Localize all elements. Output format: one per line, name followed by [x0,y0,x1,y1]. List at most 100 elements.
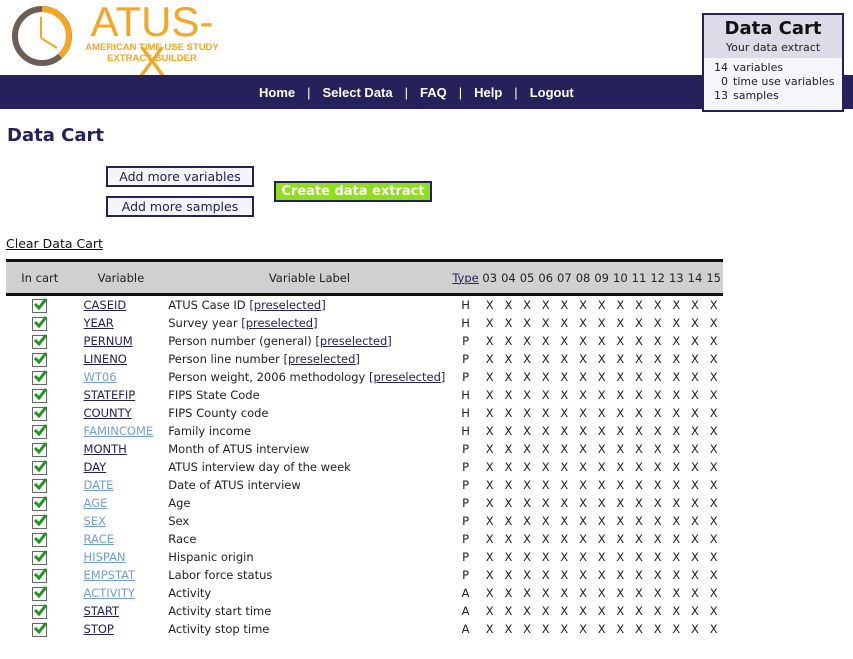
sample-availability-12: X [653,406,662,420]
variable-link[interactable]: MONTH [84,442,127,456]
sample-availability-12: X [653,298,662,312]
in-cart-checkbox[interactable] [32,405,48,421]
variable-label: Labor force status [168,568,273,582]
in-cart-checkbox[interactable] [32,369,48,385]
in-cart-checkbox[interactable] [32,387,48,403]
sample-availability-07: X [560,622,569,636]
sample-availability-11: X [635,406,643,420]
create-data-extract-button[interactable]: Create data extract [274,181,432,202]
variable-link[interactable]: FAMINCOME [84,424,154,438]
variable-link[interactable]: RACE [84,532,115,546]
sample-availability-15: X [709,406,718,420]
in-cart-cell [6,314,74,332]
sample-availability-12: X [653,568,662,582]
header-variable-label: Variable Label [268,270,351,285]
in-cart-checkbox[interactable] [32,621,48,637]
in-cart-cell [6,386,74,404]
in-cart-checkbox[interactable] [32,477,48,493]
sample-availability-11: X [635,586,643,600]
variable-link[interactable]: AGE [84,496,108,510]
in-cart-cell [6,512,74,530]
variable-label: FIPS County code [168,406,269,420]
label-cell: Sex [168,512,450,530]
sample-availability-15: X [709,514,718,528]
sample-availability-07: X [560,424,569,438]
clear-data-cart-link[interactable]: Clear Data Cart [6,236,103,251]
variable-link[interactable]: START [84,604,119,618]
sample-availability-14: X [691,622,699,636]
in-cart-checkbox[interactable] [32,495,48,511]
sample-availability-12: X [653,334,662,348]
in-cart-checkbox[interactable] [32,603,48,619]
in-cart-checkbox[interactable] [32,585,48,601]
variable-link[interactable]: SEX [84,514,106,528]
sample-availability-12: X [653,514,662,528]
sample-availability-08: X [579,442,587,456]
in-cart-checkbox[interactable] [32,297,48,313]
preselected-link[interactable]: [preselected] [249,298,325,312]
in-cart-checkbox[interactable] [32,513,48,529]
in-cart-checkbox[interactable] [32,441,48,457]
preselected-link[interactable]: [preselected] [283,352,359,366]
preselected-link[interactable]: [preselected] [241,316,317,330]
variable-link[interactable]: STOP [84,622,114,636]
preselected-link[interactable]: [preselected] [369,370,445,384]
header-type[interactable]: Type [451,261,481,295]
sample-availability-11: X [635,352,643,366]
variable-cell: WT06 [74,368,169,386]
variable-link[interactable]: EMPSTAT [84,568,136,582]
variable-link[interactable]: ACTIVITY [84,586,135,600]
in-cart-checkbox[interactable] [32,423,48,439]
variable-link[interactable]: COUNTY [84,406,132,420]
add-more-variables-button[interactable]: Add more variables [106,166,254,187]
in-cart-checkbox[interactable] [32,531,48,547]
in-cart-checkbox[interactable] [32,333,48,349]
variable-link[interactable]: LINENO [84,352,127,366]
sample-availability-11: X [635,424,643,438]
variable-link[interactable]: DATE [84,478,114,492]
in-cart-checkbox[interactable] [32,549,48,565]
variable-link[interactable]: CASEID [84,298,127,312]
in-cart-checkbox[interactable] [32,567,48,583]
sample-availability-06: X [541,424,550,438]
sample-availability-04: X [504,388,513,402]
sample-availability-06: X [541,568,550,582]
add-more-samples-button[interactable]: Add more samples [106,196,254,217]
nav-select-data[interactable]: Select Data [311,85,405,100]
checkmark-icon [34,297,48,310]
nav-logout[interactable]: Logout [518,85,586,100]
type-cell: A [461,604,470,618]
type-cell: P [462,442,470,456]
brand-subtitle-1: AMERICAN TIME USE STUDY [85,42,219,53]
nav-faq[interactable]: FAQ [408,85,459,100]
sample-availability-09: X [597,352,606,366]
variable-link[interactable]: PERNUM [84,334,133,348]
sample-availability-09: X [597,424,606,438]
sample-availability-05: X [523,406,531,420]
nav-help[interactable]: Help [462,85,514,100]
sample-availability-12: X [653,388,662,402]
variable-label: ATUS Case ID [168,298,246,312]
variable-label: Month of ATUS interview [168,442,310,456]
sample-availability-07: X [560,370,569,384]
variable-cell: ACTIVITY [74,584,169,602]
sample-availability-15: X [709,586,718,600]
variable-link[interactable]: WT06 [84,370,117,384]
sample-availability-05: X [523,514,531,528]
table-row: SEX Sex P X X X X X X X X X X X X X [6,512,723,530]
cart-samples-count: 13 samples [714,89,779,102]
nav-home[interactable]: Home [247,85,307,100]
preselected-link[interactable]: [preselected] [315,334,391,348]
sample-availability-13: X [672,316,681,330]
sample-availability-04: X [504,478,513,492]
sample-availability-05: X [523,388,531,402]
variable-link[interactable]: STATEFIP [84,388,136,402]
variable-cell: YEAR [74,314,169,332]
variable-link[interactable]: HISPAN [84,550,126,564]
in-cart-checkbox[interactable] [32,459,48,475]
variable-link[interactable]: DAY [84,460,107,474]
variable-link[interactable]: YEAR [84,316,114,330]
in-cart-checkbox[interactable] [32,351,48,367]
sample-availability-03: X [485,370,494,384]
in-cart-checkbox[interactable] [32,315,48,331]
